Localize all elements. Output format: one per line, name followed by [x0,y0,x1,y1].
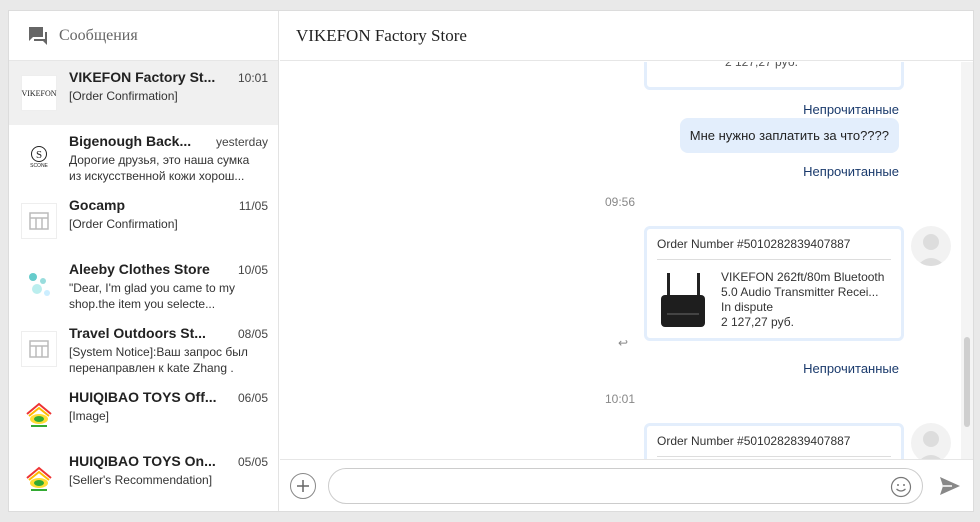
conversation-preview: [Image] [69,409,110,423]
conversation-name: VIKEFON Factory St... [69,69,216,85]
conversation-name: Aleeby Clothes Store [69,261,210,277]
messenger-window: Сообщения VIKEFON VIKEFON Factory St... … [8,10,974,512]
sidebar-title: Сообщения [59,26,138,44]
send-icon [940,476,960,495]
unread-label: Непрочитанные [803,361,899,376]
reply-icon[interactable]: ↩ [618,336,628,350]
conversation-name: Bigenough Back... [69,133,192,149]
conversation-name: HUIQIBAO TOYS Off... [69,389,217,405]
conversation-preview: Дорогие друзья, это наша сумка из искусс… [69,153,250,183]
svg-text:S: S [36,149,42,161]
conversation-name: Gocamp [69,197,126,213]
conversation-time: 10:01 [237,71,268,85]
store-logo: VIKEFON [21,75,57,111]
message-bubble: Мне нужно заплатить за что???? [679,118,899,153]
transmitter-image-icon [661,273,705,327]
conversation-preview: [Order Confirmation] [69,89,178,103]
store-logo [21,267,57,303]
message-input-wrapper [328,467,923,504]
conversation-item-aleeby[interactable]: Aleeby Clothes Store 10/05 "Dear, I'm gl… [9,253,278,317]
order-number: Order Number #5010282839407887 [657,235,891,260]
conversation-time: yesterday [215,135,268,149]
huiqibao-logo-icon [21,459,57,495]
conversation-preview: "Dear, I'm glad you came to my shop.the … [69,281,235,311]
huiqibao-logo-icon [21,395,57,431]
product-image-icon [660,62,710,65]
chat-header: VIKEFON Factory Store [280,11,973,61]
sidebar-header: Сообщения [9,11,278,61]
conversation-preview: [Order Confirmation] [69,217,178,231]
conversation-time: 05/05 [237,455,268,469]
conversation-name: Travel Outdoors St... [69,325,206,341]
aleeby-logo-icon [29,273,50,296]
conversation-item-bigenough[interactable]: S SCONE Bigenough Back... yesterday Доро… [9,125,278,189]
store-placeholder-icon [21,203,57,239]
user-avatar [911,423,951,459]
message-input[interactable] [329,468,922,503]
chat-icon [27,26,49,46]
conversation-item-gocamp[interactable]: Gocamp 11/05 [Order Confirmation] [9,189,278,253]
attach-button[interactable] [290,472,316,499]
message-list[interactable]: 2 127,27 руб. Непрочитанные Мне нужно за… [280,62,973,459]
message-timestamp: 10:01 [604,392,636,406]
conversation-item-huiqibao-2[interactable]: HUIQIBAO TOYS On... 05/05 [Seller's Reco… [9,445,278,509]
user-avatar [911,226,951,266]
conversation-time: 10/05 [237,263,268,277]
conversation-name: HUIQIBAO TOYS On... [69,453,216,469]
order-card[interactable]: Order Number #5010282839407887 VIKEFON 2… [644,226,904,341]
scone-logo-icon: S [31,146,47,162]
product-price: 2 127,27 руб. [725,62,798,69]
chat-title: VIKEFON Factory Store [296,25,467,45]
conversation-time: 08/05 [237,327,268,341]
conversation-item-travel-outdoors[interactable]: Travel Outdoors St... 08/05 [System Noti… [9,317,278,381]
send-button[interactable] [937,473,963,499]
message-scrollbar[interactable] [961,62,973,459]
conversation-item-huiqibao-1[interactable]: HUIQIBAO TOYS Off... 06/05 [Image] [9,381,278,445]
product-status: In dispute [721,300,774,314]
product-title[interactable]: VIKEFON 262ft/80m Bluetooth 5.0 Audio Tr… [721,270,891,300]
unread-label: Непрочитанные [803,164,899,179]
product-image [657,270,709,332]
conversation-item-vikefon[interactable]: VIKEFON VIKEFON Factory St... 10:01 [Ord… [9,61,278,125]
emoji-icon[interactable] [890,476,912,498]
store-logo: S SCONE [21,139,57,175]
order-number: Order Number #5010282839407887 [657,432,891,457]
product-price: 2 127,27 руб. [721,315,794,329]
plus-icon [297,479,309,492]
store-placeholder-icon [21,331,57,367]
conversation-time: 06/05 [237,391,268,405]
scrollbar-thumb[interactable] [964,337,970,427]
conversation-preview: [System Notice]:Ваш запрос был перенапра… [69,345,248,375]
conversation-preview: [Seller's Recommendation] [69,473,213,487]
conversation-sidebar: Сообщения VIKEFON VIKEFON Factory St... … [9,11,279,511]
conversation-time: 11/05 [238,199,268,213]
message-composer [280,459,973,511]
message-timestamp: 09:56 [604,195,636,209]
unread-label: Непрочитанные [803,102,899,117]
chat-panel: VIKEFON Factory Store 2 127,27 руб. Непр… [280,11,973,511]
order-card[interactable]: Order Number #5010282839407887 [644,423,904,459]
order-card-partial[interactable]: 2 127,27 руб. [644,62,904,90]
